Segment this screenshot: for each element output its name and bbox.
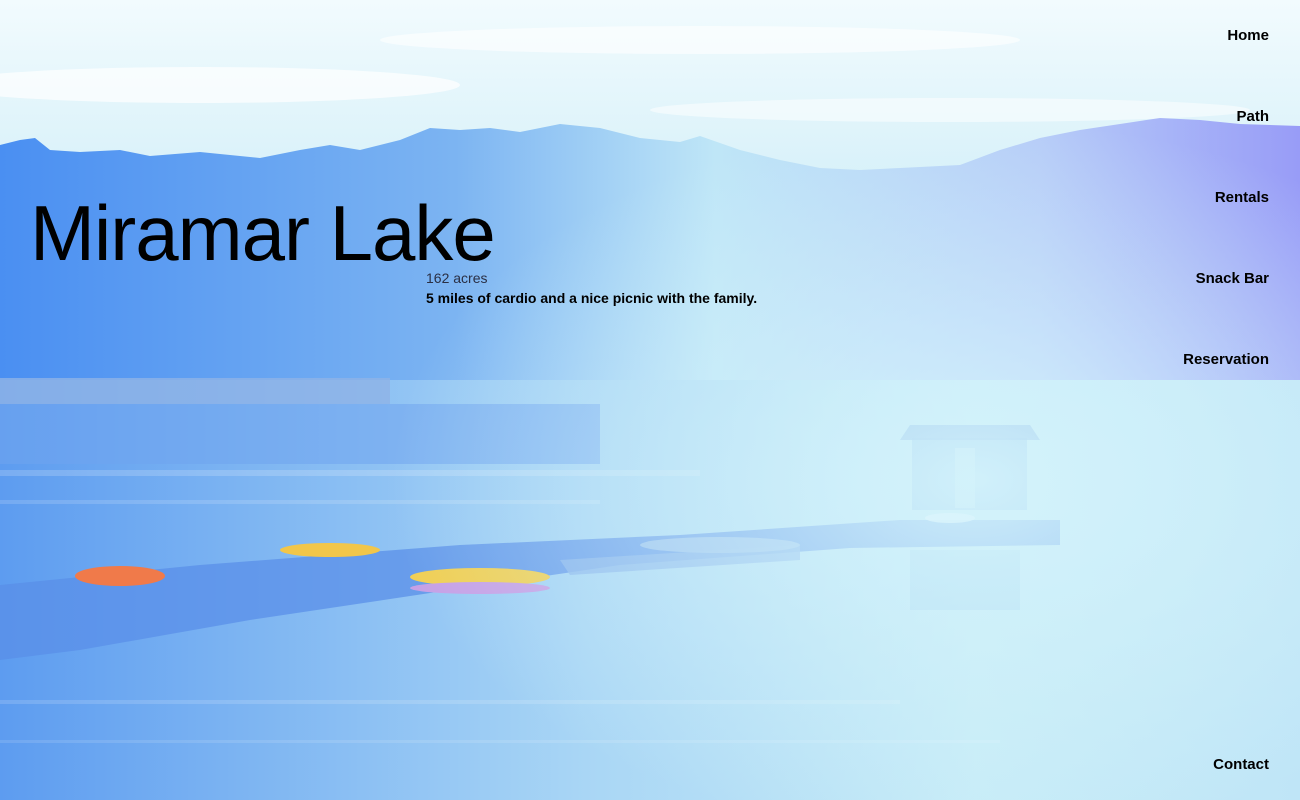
page: Miramar Lake 162 acres 5 miles of cardio… [0, 0, 1300, 800]
page-title: Miramar Lake [30, 189, 496, 277]
nav-link-reservation[interactable]: Reservation [1183, 351, 1269, 432]
main-nav: Home Path Rentals Snack Bar Reservation [1183, 27, 1269, 432]
nav-link-home[interactable]: Home [1227, 27, 1269, 108]
nav-link-snack-bar[interactable]: Snack Bar [1196, 270, 1269, 351]
tagline-text: 5 miles of cardio and a nice picnic with… [426, 290, 758, 306]
lake-size-text: 162 acres [426, 270, 488, 286]
nav-link-rentals[interactable]: Rentals [1215, 189, 1269, 270]
contact-link[interactable]: Contact [1213, 756, 1269, 773]
nav-link-path[interactable]: Path [1236, 108, 1269, 189]
lake-background-image [0, 0, 1300, 800]
